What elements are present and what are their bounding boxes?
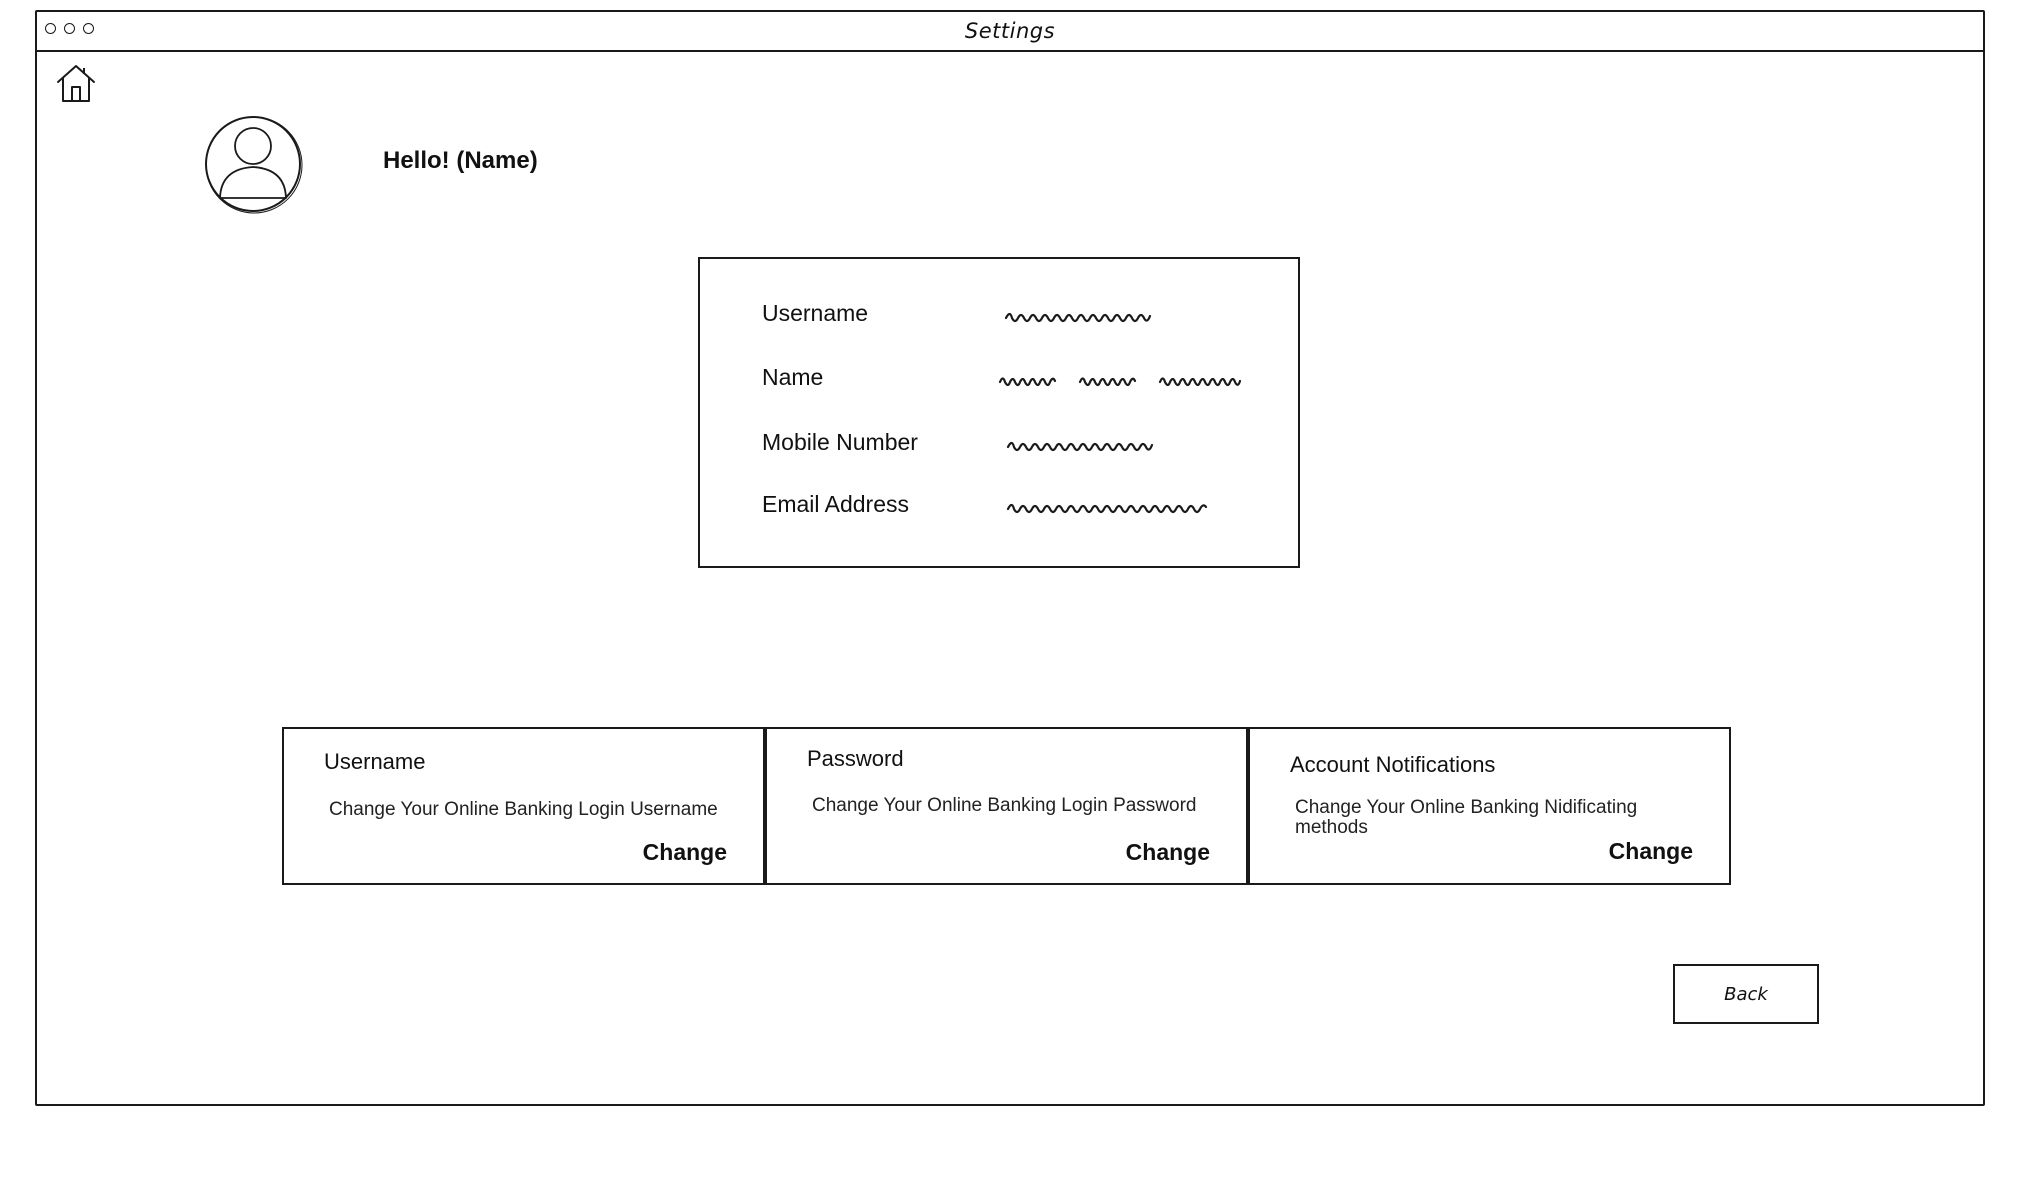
change-password-button[interactable]: Change bbox=[1126, 839, 1210, 866]
profile-label: Name bbox=[762, 364, 824, 390]
title-bar: Settings bbox=[37, 12, 1983, 52]
option-card-account-notifications: Account Notifications Change Your Online… bbox=[1248, 727, 1731, 885]
option-card-password: Password Change Your Online Banking Logi… bbox=[765, 727, 1248, 885]
profile-row-username: Username bbox=[762, 296, 1282, 336]
option-description: Change Your Online Banking Nidificating … bbox=[1295, 797, 1638, 838]
home-icon[interactable] bbox=[55, 62, 97, 104]
redacted-value-scribble bbox=[998, 377, 1242, 387]
option-title: Username bbox=[324, 749, 426, 774]
profile-label: Mobile Number bbox=[762, 429, 918, 455]
profile-row-mobile-number: Mobile Number bbox=[762, 425, 1282, 465]
option-title: Account Notifications bbox=[1290, 752, 1496, 777]
profile-row-email-address: Email Address bbox=[762, 487, 1282, 527]
option-description: Change Your Online Banking Login Passwor… bbox=[812, 795, 1197, 816]
profile-label: Email Address bbox=[762, 491, 910, 517]
profile-details-panel: Username Name Mobile Number Email Addres… bbox=[698, 257, 1300, 568]
redacted-value-scribble bbox=[1004, 312, 1152, 323]
redacted-value-scribble bbox=[1006, 441, 1154, 452]
profile-row-name: Name bbox=[762, 360, 1282, 400]
user-avatar-icon bbox=[205, 116, 303, 214]
option-description: Change Your Online Banking Login Usernam… bbox=[329, 799, 718, 820]
option-card-username: Username Change Your Online Banking Logi… bbox=[282, 727, 765, 885]
redacted-value-scribble bbox=[1006, 503, 1208, 514]
profile-label: Username bbox=[762, 300, 869, 326]
change-notifications-button[interactable]: Change bbox=[1609, 838, 1693, 865]
option-title: Password bbox=[807, 746, 904, 771]
back-button[interactable]: Back bbox=[1673, 964, 1819, 1024]
greeting-text: Hello! (Name) bbox=[383, 147, 538, 174]
window-title: Settings bbox=[964, 19, 1056, 43]
change-username-button[interactable]: Change bbox=[643, 839, 727, 866]
